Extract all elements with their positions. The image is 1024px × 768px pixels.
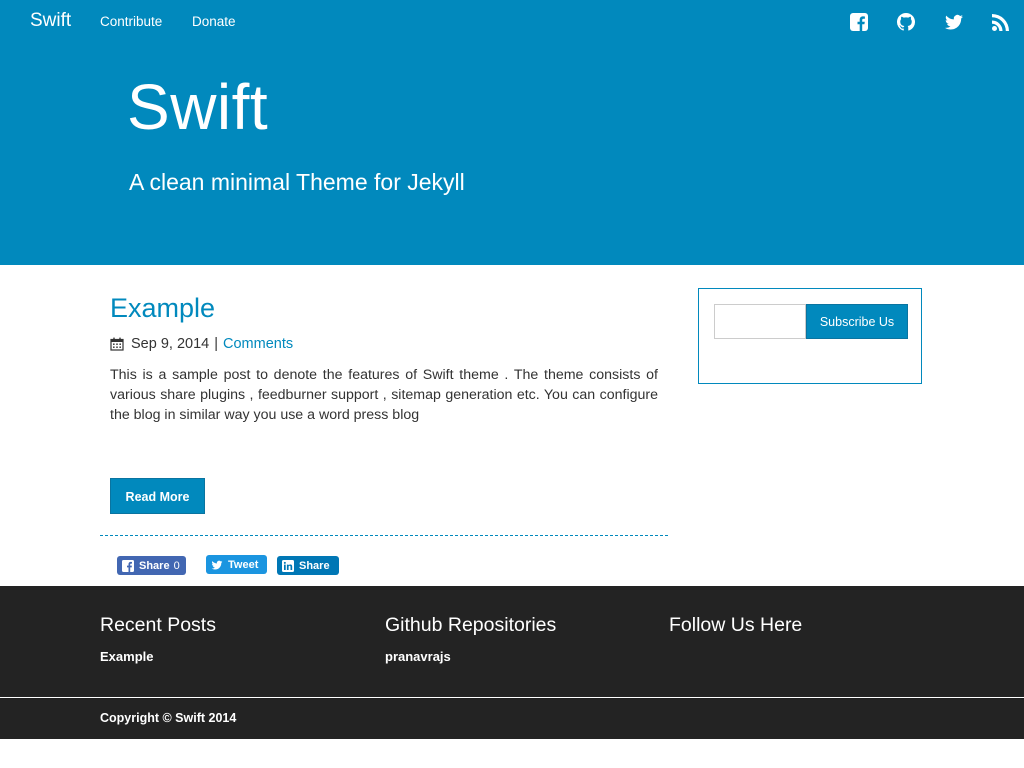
linkedin-share-button[interactable]: Share [277, 556, 339, 575]
facebook-icon [122, 559, 134, 572]
follow-section: Follow Us Here [669, 614, 802, 637]
top-navbar: Swift Contribute Donate [0, 0, 1024, 44]
facebook-share-count: 0 [173, 559, 180, 572]
recent-posts-section: Recent Posts Example [100, 614, 216, 664]
follow-heading: Follow Us Here [669, 614, 803, 636]
brand-link[interactable]: Swift [30, 10, 71, 32]
post-meta: Sep 9, 2014 | Comments [110, 336, 293, 352]
nav-link-contribute[interactable]: Contribute [100, 14, 162, 29]
post-date: Sep 9, 2014 [131, 336, 210, 352]
github-repo-link[interactable]: pranavrajs [385, 649, 556, 664]
facebook-share-button[interactable]: Share 0 [117, 556, 186, 575]
hero-banner: Swift A clean minimal Theme for Jekyll [0, 44, 1024, 265]
github-repos-section: Github Repositories pranavrajs [385, 614, 556, 664]
facebook-icon[interactable] [849, 12, 869, 32]
comments-link[interactable]: Comments [223, 336, 293, 352]
linkedin-share-label: Share [299, 559, 330, 572]
subscribe-email-input[interactable] [714, 304, 806, 339]
copyright-text: Copyright © Swift 2014 [100, 711, 237, 725]
meta-separator: | [214, 336, 218, 352]
post-title-link[interactable]: Example [110, 293, 215, 324]
nav-link-donate[interactable]: Donate [192, 14, 236, 29]
recent-post-link[interactable]: Example [100, 649, 216, 664]
twitter-icon [211, 559, 223, 571]
copyright-bar: Copyright © Swift 2014 [0, 698, 1024, 739]
calendar-icon [110, 337, 124, 351]
github-icon[interactable] [896, 12, 916, 32]
rss-icon[interactable] [991, 12, 1011, 32]
tweet-button[interactable]: Tweet [206, 555, 267, 574]
site-subtitle: A clean minimal Theme for Jekyll [129, 169, 465, 195]
tweet-label: Tweet [228, 558, 259, 571]
footer: Recent Posts Example Github Repositories… [0, 586, 1024, 697]
post-preview: Example Sep 9, 2014 | Comments This is a… [100, 265, 668, 536]
twitter-icon[interactable] [944, 12, 964, 32]
read-more-button[interactable]: Read More [110, 478, 205, 514]
post-excerpt: This is a sample post to denote the feat… [110, 367, 658, 423]
subscribe-button[interactable]: Subscribe Us [806, 304, 908, 339]
subscribe-widget: Subscribe Us [698, 288, 922, 384]
recent-posts-heading: Recent Posts [100, 614, 216, 636]
site-title: Swift [127, 71, 269, 143]
github-heading: Github Repositories [385, 614, 557, 636]
linkedin-icon [282, 559, 294, 572]
facebook-share-label: Share [139, 559, 170, 572]
